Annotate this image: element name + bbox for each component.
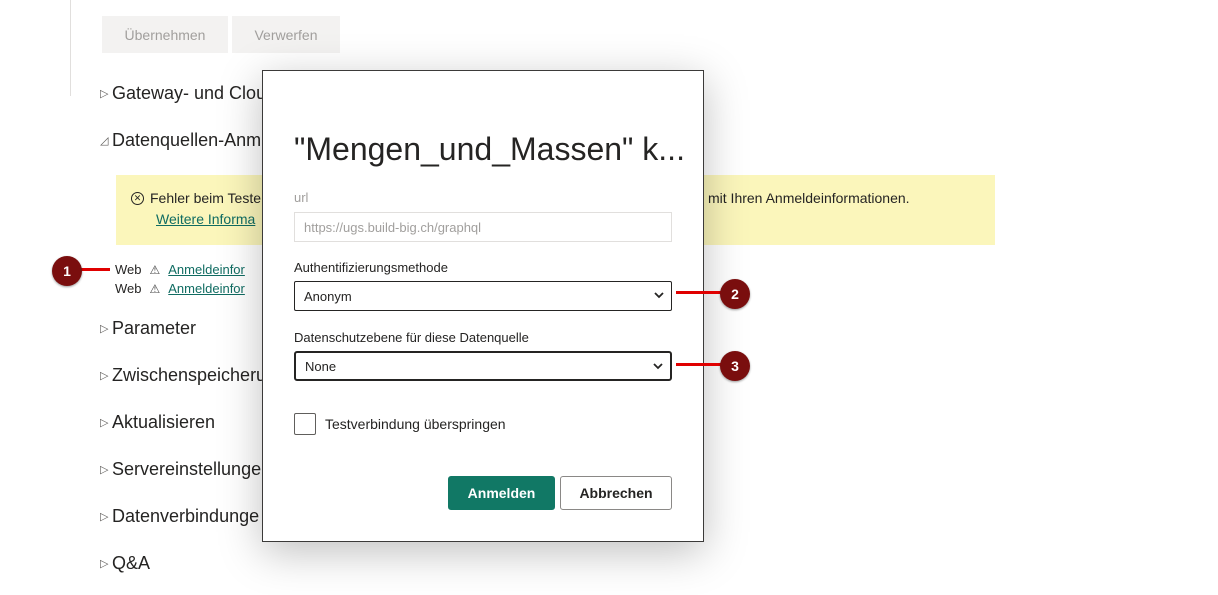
section-data-connections[interactable]: ▷ Datenverbindunge [100, 506, 259, 527]
signin-button[interactable]: Anmelden [448, 476, 555, 510]
section-datasource-credentials-label: Datenquellen-Anm [112, 130, 262, 150]
warning-text-right: mit Ihren Anmeldeinformationen. [708, 190, 910, 206]
more-info-link[interactable]: Weitere Informa [156, 211, 255, 227]
error-circle-icon: ✕ [131, 191, 144, 205]
auth-method-value: Anonym [304, 288, 352, 304]
section-refresh[interactable]: ▷ Aktualisieren [100, 412, 215, 433]
collapsed-triangle-icon: ▷ [100, 511, 109, 523]
expanded-triangle-icon: ◿ [100, 135, 109, 147]
skip-test-label: Testverbindung überspringen [325, 416, 506, 432]
datasource-type: Web [115, 281, 142, 296]
cancel-button[interactable]: Abbrechen [560, 476, 672, 510]
url-field: https://ugs.build-big.ch/graphql [294, 212, 672, 242]
auth-method-select[interactable]: Anonym [294, 281, 672, 311]
section-gateway[interactable]: ▷ Gateway- und Clou [100, 83, 266, 104]
edit-credentials-link[interactable]: Anmeldeinfor [168, 262, 245, 277]
warning-message: ✕ Fehler beim Teste [131, 190, 261, 206]
marker-line-2 [676, 291, 722, 294]
skip-test-checkbox[interactable] [294, 413, 316, 435]
section-gateway-label: Gateway- und Clou [112, 83, 267, 103]
privacy-level-select[interactable]: None [294, 351, 672, 381]
section-server-settings-label: Servereinstellunge [112, 459, 262, 479]
skip-test-row: Testverbindung überspringen [294, 413, 506, 435]
warning-triangle-icon: ⚠ [149, 281, 161, 296]
section-datasource-credentials[interactable]: ◿ Datenquellen-Anm [100, 130, 261, 151]
chevron-down-icon [654, 292, 664, 299]
warning-triangle-icon: ⚠ [149, 262, 161, 277]
url-value: https://ugs.build-big.ch/graphql [304, 219, 482, 235]
datasource-row: Web ⚠ Anmeldeinfor [115, 262, 245, 277]
collapsed-triangle-icon: ▷ [100, 370, 109, 382]
section-parameters[interactable]: ▷ Parameter [100, 318, 196, 339]
section-data-connections-label: Datenverbindunge [112, 506, 260, 526]
collapsed-triangle-icon: ▷ [100, 558, 109, 570]
annotation-marker-2: 2 [720, 279, 750, 309]
section-parameters-label: Parameter [112, 318, 197, 338]
auth-method-label: Authentifizierungsmethode [294, 260, 448, 275]
marker-line-3 [676, 363, 722, 366]
collapsed-triangle-icon: ▷ [100, 464, 109, 476]
left-divider [70, 0, 71, 96]
annotation-marker-3: 3 [720, 351, 750, 381]
chevron-down-icon [653, 363, 663, 370]
section-caching[interactable]: ▷ Zwischenspeicheru [100, 365, 266, 386]
datasource-row: Web ⚠ Anmeldeinfor [115, 281, 245, 296]
apply-button[interactable]: Übernehmen [102, 16, 228, 53]
section-qna[interactable]: ▷ Q&A [100, 553, 150, 574]
warning-text-left: Fehler beim Teste [150, 190, 262, 206]
discard-button[interactable]: Verwerfen [232, 16, 340, 53]
annotation-marker-1: 1 [52, 256, 82, 286]
url-label: url [294, 190, 309, 205]
section-server-settings[interactable]: ▷ Servereinstellunge [100, 459, 261, 480]
edit-credentials-link[interactable]: Anmeldeinfor [168, 281, 245, 296]
section-caching-label: Zwischenspeicheru [112, 365, 267, 385]
privacy-level-label: Datenschutzebene für diese Datenquelle [294, 330, 529, 345]
dialog-title: "Mengen_und_Massen" k... [294, 131, 685, 167]
collapsed-triangle-icon: ▷ [100, 323, 109, 335]
collapsed-triangle-icon: ▷ [100, 417, 109, 429]
collapsed-triangle-icon: ▷ [100, 88, 109, 100]
privacy-level-value: None [305, 358, 337, 374]
credentials-dialog: "Mengen_und_Massen" k... url https://ugs… [262, 70, 704, 542]
section-refresh-label: Aktualisieren [112, 412, 216, 432]
marker-line-1 [80, 268, 110, 271]
datasource-type: Web [115, 262, 142, 277]
section-qna-label: Q&A [112, 553, 151, 573]
